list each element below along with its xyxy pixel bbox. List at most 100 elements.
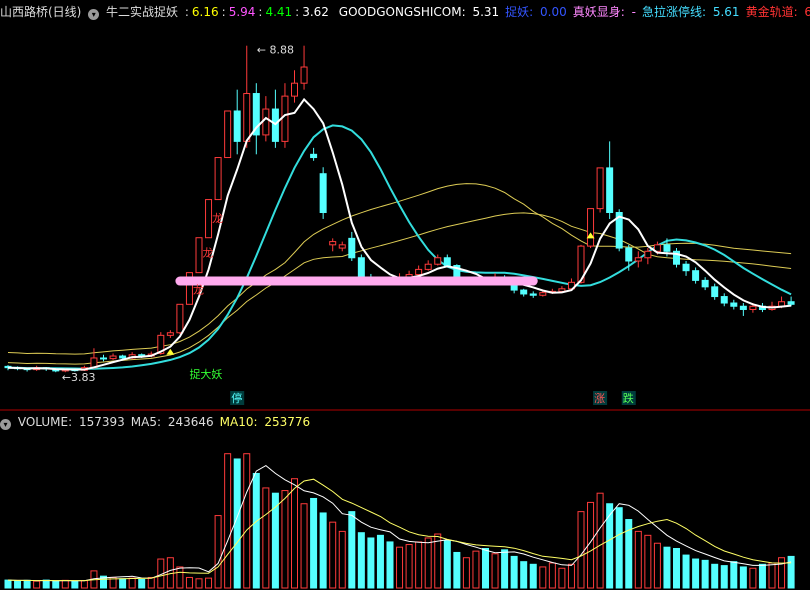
candle-body [625, 247, 633, 262]
volume-bar [4, 579, 12, 589]
signal-triangle [166, 348, 175, 355]
ma5-line [7, 97, 792, 371]
volume-bar [730, 561, 738, 589]
volume-bar [147, 576, 155, 589]
volume-bar [520, 561, 528, 589]
candle-body [692, 270, 700, 281]
volume-bar [42, 579, 50, 589]
candle-body [233, 110, 241, 142]
volume-bar [376, 534, 384, 589]
candle-body [443, 257, 451, 267]
volume-bar [529, 563, 537, 589]
volume-bar [548, 562, 556, 589]
trend-line [7, 124, 792, 370]
candle-body [730, 302, 738, 307]
volume-bar [348, 511, 356, 589]
volume-bar [615, 507, 623, 589]
candle-body [682, 263, 690, 272]
volume-bar [567, 563, 575, 589]
candle-body [166, 332, 174, 336]
volume-bar [472, 550, 480, 589]
volume-bar [415, 541, 423, 589]
volume-bar [768, 562, 776, 589]
candle-body [634, 257, 642, 262]
volume-bar [453, 551, 461, 589]
candle-body [329, 241, 337, 246]
volume-bar [682, 554, 690, 589]
volume-bar [291, 478, 298, 589]
volume-bar [634, 530, 642, 589]
candle-body [520, 289, 528, 295]
volume-bar [138, 578, 146, 589]
volume-bar [778, 557, 786, 589]
volume-bar [749, 567, 757, 589]
volume-bar [462, 557, 470, 589]
candle-body [262, 108, 270, 136]
candle-body [214, 157, 222, 201]
candle-body [291, 82, 298, 97]
dragon-label: 龙 [193, 283, 204, 296]
volume-bar [195, 578, 203, 589]
candle-body [338, 244, 346, 249]
volume-bar [119, 578, 127, 589]
candle-body [224, 110, 232, 159]
volume-bar [711, 563, 719, 589]
volume-bar [357, 532, 365, 589]
fall-badge: 跌 [623, 391, 634, 405]
volume-bar [71, 580, 79, 589]
candle-body [434, 257, 442, 265]
volume-bar [329, 521, 337, 589]
band-lines [7, 124, 792, 370]
low-label: ←3.83 [62, 371, 96, 384]
candle-body [711, 286, 719, 298]
candle-body [587, 208, 595, 247]
volume-bar [23, 579, 31, 589]
lower-band-line [7, 212, 792, 365]
volume-bar [214, 515, 222, 589]
volume-bar [596, 492, 604, 589]
volume-bar [434, 533, 442, 589]
candle-body [109, 355, 117, 360]
upper-band-line [7, 183, 792, 355]
candle-body [319, 173, 327, 213]
candle-body [644, 250, 652, 259]
dragon-label: 龙 [212, 212, 223, 225]
candle-body [529, 293, 537, 296]
candle-body [176, 303, 184, 334]
volume-bar [33, 580, 41, 589]
volume-bar [185, 576, 193, 589]
volume-bar [310, 497, 318, 589]
candle-body [424, 263, 432, 270]
volume-bar [491, 553, 499, 589]
candle-body [787, 301, 795, 305]
ma-lines [7, 97, 792, 371]
high-label: ← 8.88 [257, 44, 294, 57]
volume-bar [338, 530, 346, 589]
candle-body [701, 279, 709, 288]
candle-body [300, 66, 308, 84]
stop-badge: 停 [231, 391, 242, 405]
candle-body [100, 357, 107, 360]
volume-bar [501, 549, 509, 589]
volume-bar [558, 567, 566, 589]
volume-bar [720, 565, 728, 589]
volume-bar [443, 540, 451, 589]
volume-bar [128, 577, 136, 589]
dragon-label: 龙 [203, 246, 214, 259]
volume-bar [758, 563, 766, 589]
candle-body [195, 237, 203, 274]
volume-bar [644, 534, 652, 589]
volume-bar [663, 546, 671, 589]
volume-bar [252, 472, 260, 589]
volume-bar [319, 512, 327, 589]
candle-body [739, 305, 747, 310]
volume-bar [482, 548, 489, 589]
rise-badge: 涨 [594, 392, 605, 405]
signal-label: 捉大妖 [189, 367, 222, 381]
candle-body [348, 237, 356, 259]
kline-chart[interactable]: ← 8.88←3.83 捉大妖龙龙龙停涨跌 [0, 0, 810, 590]
volume-bar [61, 579, 69, 589]
volume-bar [243, 453, 251, 589]
candle-body [357, 257, 365, 278]
volume-bar [787, 555, 795, 589]
